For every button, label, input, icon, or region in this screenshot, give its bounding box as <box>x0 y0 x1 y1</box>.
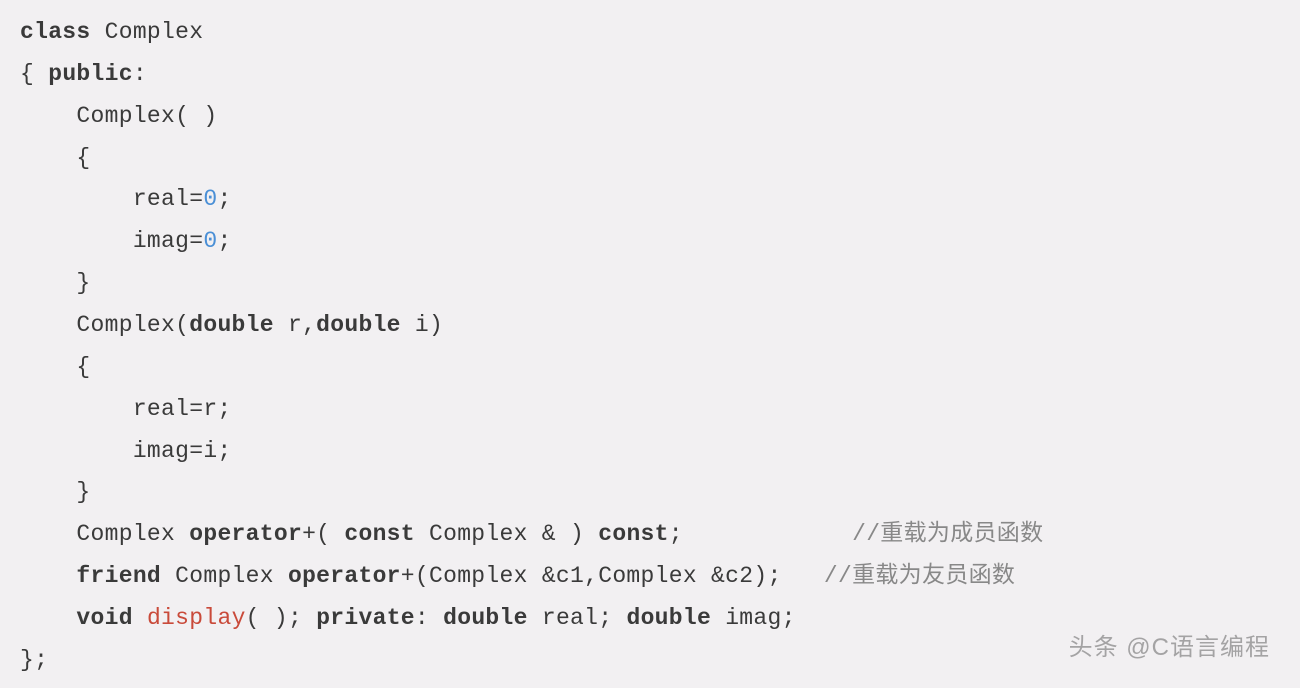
keyword-friend: friend <box>76 563 161 589</box>
text: imag= <box>20 228 203 254</box>
code-line-4: { <box>20 138 1280 180</box>
text: imag; <box>711 605 796 631</box>
semicolon: ; <box>217 186 231 212</box>
code-line-12: } <box>20 472 1280 514</box>
keyword-double: double <box>443 605 528 631</box>
code-line-9: { <box>20 347 1280 389</box>
text: Complex <box>20 521 189 547</box>
code-line-2: { public: <box>20 54 1280 96</box>
semicolon: ; <box>217 228 231 254</box>
watermark: 头条 @C语言编程 <box>1069 626 1270 670</box>
code-line-13: Complex operator+( const Complex & ) con… <box>20 514 1280 556</box>
text: Complex( <box>20 312 189 338</box>
class-name: Complex <box>91 19 204 45</box>
padding <box>782 563 824 589</box>
text: ( ); <box>246 605 317 631</box>
text: Complex <box>161 563 288 589</box>
param-r: r, <box>274 312 316 338</box>
keyword-public: public <box>48 61 133 87</box>
code-line-3: Complex( ) <box>20 96 1280 138</box>
semicolon: ; <box>669 521 683 547</box>
keyword-const: const <box>344 521 415 547</box>
code-line-7: } <box>20 263 1280 305</box>
comment-member: //重载为成员函数 <box>852 521 1043 547</box>
code-line-6: imag=0; <box>20 221 1280 263</box>
code-line-10: real=r; <box>20 389 1280 431</box>
padding <box>683 521 852 547</box>
space <box>133 605 147 631</box>
param-i: i) <box>401 312 443 338</box>
text: : <box>415 605 443 631</box>
code-line-8: Complex(double r,double i) <box>20 305 1280 347</box>
text: Complex & ) <box>415 521 598 547</box>
keyword-double: double <box>316 312 401 338</box>
text: real= <box>20 186 203 212</box>
code-block: class Complex { public: Complex( ) { rea… <box>20 12 1280 682</box>
text: real; <box>528 605 627 631</box>
number-literal: 0 <box>203 228 217 254</box>
plus: +( <box>302 521 344 547</box>
brace-open: { <box>20 61 48 87</box>
code-line-5: real=0; <box>20 179 1280 221</box>
keyword-void: void <box>76 605 132 631</box>
code-line-14: friend Complex operator+(Complex &c1,Com… <box>20 556 1280 598</box>
keyword-class: class <box>20 19 91 45</box>
text: +(Complex &c1,Complex &c2); <box>401 563 782 589</box>
function-display: display <box>147 605 246 631</box>
code-line-1: class Complex <box>20 12 1280 54</box>
keyword-const: const <box>598 521 669 547</box>
keyword-private: private <box>316 605 415 631</box>
indent <box>20 563 76 589</box>
keyword-operator: operator <box>288 563 401 589</box>
keyword-double: double <box>626 605 711 631</box>
colon: : <box>133 61 147 87</box>
comment-friend: //重载为友员函数 <box>824 563 1015 589</box>
keyword-operator: operator <box>189 521 302 547</box>
keyword-double: double <box>189 312 274 338</box>
indent <box>20 605 76 631</box>
code-line-11: imag=i; <box>20 431 1280 473</box>
number-literal: 0 <box>203 186 217 212</box>
